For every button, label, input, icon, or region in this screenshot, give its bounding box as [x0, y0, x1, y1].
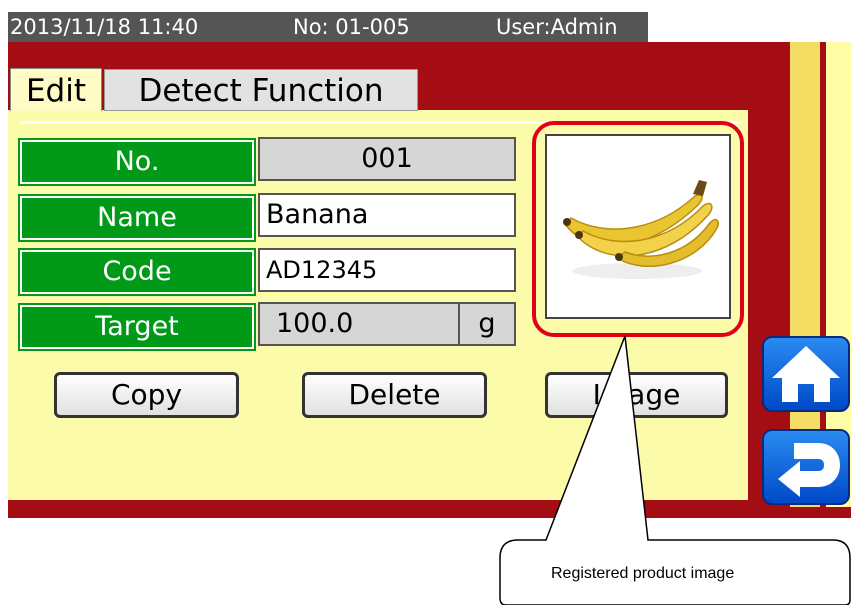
callout-label: Registered product image — [551, 565, 735, 582]
image-highlight-outline — [532, 121, 744, 337]
status-user: User:Admin — [496, 15, 618, 39]
status-bar: 2013/11/18 11:40 No: 01-005 User:Admin — [8, 12, 648, 42]
target-label: Target — [18, 303, 256, 351]
no-label: No. — [18, 138, 256, 186]
name-field[interactable]: Banana — [258, 193, 516, 237]
home-button[interactable] — [762, 336, 850, 412]
code-field[interactable]: AD12345 — [258, 248, 516, 292]
copy-button[interactable]: Copy — [54, 372, 239, 418]
return-icon — [778, 443, 840, 497]
code-label: Code — [18, 248, 256, 296]
target-unit: g — [458, 302, 516, 346]
tab-edit[interactable]: Edit — [10, 68, 102, 111]
delete-button[interactable]: Delete — [302, 372, 487, 418]
name-label: Name — [18, 194, 256, 242]
return-button[interactable] — [762, 429, 850, 505]
home-icon — [772, 346, 840, 402]
no-value: 001 — [258, 137, 516, 181]
tab-detect-function[interactable]: Detect Function — [104, 69, 418, 111]
status-datetime: 2013/11/18 11:40 — [10, 15, 199, 39]
target-field[interactable]: 100.0 — [258, 302, 460, 346]
status-number: No: 01-005 — [293, 15, 410, 39]
image-button[interactable]: Image — [545, 372, 728, 418]
